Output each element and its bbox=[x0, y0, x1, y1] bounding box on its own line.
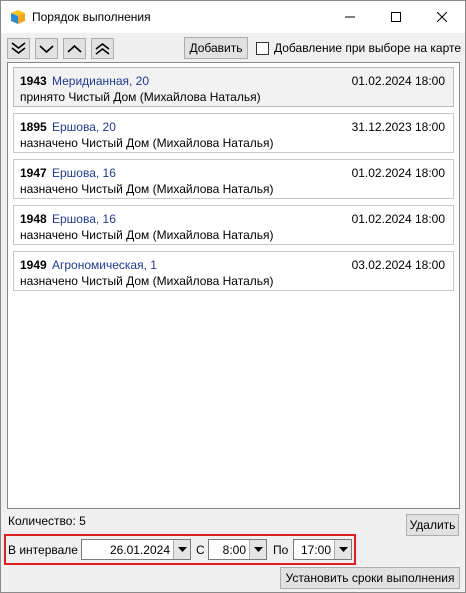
interval-panel: В интервале 26.01.2024 С 8:00 По 17:00 bbox=[4, 534, 356, 565]
chevron-up-icon bbox=[67, 44, 82, 53]
move-down-button[interactable] bbox=[35, 38, 58, 59]
order-date: 01.02.2024 18:00 bbox=[351, 166, 445, 180]
order-number: 1949 bbox=[20, 258, 47, 272]
to-time-dropdown-button[interactable] bbox=[334, 540, 351, 559]
to-time-picker[interactable]: 17:00 bbox=[293, 539, 352, 560]
order-number: 1895 bbox=[20, 120, 47, 134]
interval-date-picker[interactable]: 26.01.2024 bbox=[81, 539, 191, 560]
app-icon bbox=[11, 10, 25, 24]
double-chevron-up-icon bbox=[95, 42, 110, 55]
interval-date-value: 26.01.2024 bbox=[109, 543, 170, 557]
order-address: Ершова, 16 bbox=[52, 166, 116, 180]
maximize-button[interactable] bbox=[373, 1, 419, 33]
set-deadlines-button[interactable]: Установить сроки выполнения bbox=[280, 567, 460, 589]
delete-button[interactable]: Удалить bbox=[406, 514, 459, 536]
to-label: По bbox=[273, 543, 289, 557]
order-address: Агрономическая, 1 bbox=[52, 258, 157, 272]
close-icon bbox=[437, 12, 447, 22]
order-sequence-window: Порядок выполнения Добавить Добавление п… bbox=[0, 0, 466, 593]
add-on-map-select-checkbox[interactable] bbox=[256, 42, 269, 55]
order-status: принято Чистый Дом (Михайлова Наталья) bbox=[20, 90, 261, 104]
maximize-icon bbox=[391, 12, 401, 22]
order-status: назначено Чистый Дом (Михайлова Наталья) bbox=[20, 274, 274, 288]
from-time-picker[interactable]: 8:00 bbox=[208, 539, 267, 560]
order-number: 1948 bbox=[20, 212, 47, 226]
order-number: 1943 bbox=[20, 74, 47, 88]
order-date: 01.02.2024 18:00 bbox=[351, 212, 445, 226]
order-status: назначено Чистый Дом (Михайлова Наталья) bbox=[20, 228, 274, 242]
order-status: назначено Чистый Дом (Михайлова Наталья) bbox=[20, 182, 274, 196]
from-time-value: 8:00 bbox=[222, 543, 246, 557]
order-address: Ершова, 16 bbox=[52, 212, 116, 226]
to-time-value: 17:00 bbox=[300, 543, 331, 557]
from-label: С bbox=[196, 543, 205, 557]
dropdown-arrow-icon bbox=[253, 547, 263, 552]
orders-list[interactable]: 1943 Меридианная, 20 01.02.2024 18:00 пр… bbox=[7, 62, 460, 509]
order-date: 03.02.2024 18:00 bbox=[351, 258, 445, 272]
window-title: Порядок выполнения bbox=[32, 10, 151, 24]
move-to-bottom-button[interactable] bbox=[7, 38, 30, 59]
double-chevron-down-icon bbox=[11, 42, 26, 55]
list-item[interactable]: 1949 Агрономическая, 1 03.02.2024 18:00 … bbox=[13, 251, 454, 291]
minimize-button[interactable] bbox=[327, 1, 373, 33]
move-up-button[interactable] bbox=[63, 38, 86, 59]
order-address: Меридианная, 20 bbox=[52, 74, 150, 88]
order-number: 1947 bbox=[20, 166, 47, 180]
count-label: Количество: 5 bbox=[8, 514, 86, 528]
chevron-down-icon bbox=[39, 44, 54, 53]
interval-label: В интервале bbox=[8, 543, 78, 557]
list-item[interactable]: 1943 Меридианная, 20 01.02.2024 18:00 пр… bbox=[13, 67, 454, 107]
order-address: Ершова, 20 bbox=[52, 120, 116, 134]
order-date: 01.02.2024 18:00 bbox=[351, 74, 445, 88]
date-dropdown-button[interactable] bbox=[173, 540, 190, 559]
minimize-icon bbox=[345, 16, 355, 18]
move-to-top-button[interactable] bbox=[91, 38, 114, 59]
from-time-dropdown-button[interactable] bbox=[249, 540, 266, 559]
list-item[interactable]: 1948 Ершова, 16 01.02.2024 18:00 назначе… bbox=[13, 205, 454, 245]
list-item[interactable]: 1947 Ершова, 16 01.02.2024 18:00 назначе… bbox=[13, 159, 454, 199]
dropdown-arrow-icon bbox=[177, 547, 187, 552]
add-on-map-select-label: Добавление при выборе на карте bbox=[274, 41, 462, 55]
list-item[interactable]: 1895 Ершова, 20 31.12.2023 18:00 назначе… bbox=[13, 113, 454, 153]
dropdown-arrow-icon bbox=[338, 547, 348, 552]
add-button[interactable]: Добавить bbox=[184, 37, 248, 59]
order-date: 31.12.2023 18:00 bbox=[351, 120, 445, 134]
close-button[interactable] bbox=[419, 1, 465, 33]
order-status: назначено Чистый Дом (Михайлова Наталья) bbox=[20, 136, 274, 150]
title-bar: Порядок выполнения bbox=[1, 1, 465, 33]
